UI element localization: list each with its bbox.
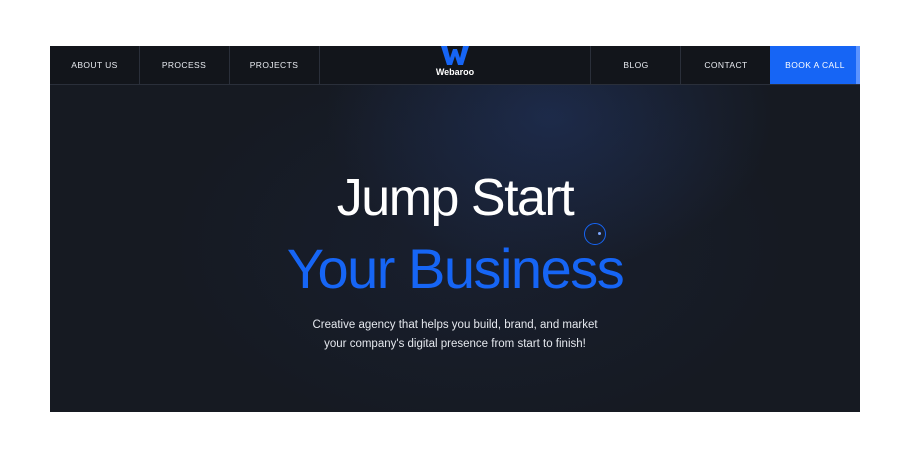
top-navigation: ABOUT US PROCESS PROJECTS Webaroo BLOG C… — [50, 46, 860, 85]
brand-name: Webaroo — [435, 67, 475, 77]
hero-subtitle-line2: your company's digital presence from sta… — [324, 338, 586, 350]
nav-projects[interactable]: PROJECTS — [229, 46, 320, 84]
background-glow — [50, 46, 860, 412]
book-a-call-button[interactable]: BOOK A CALL — [770, 46, 860, 84]
cursor-dot-icon — [598, 232, 601, 235]
hero-heading-line1: Jump Start — [336, 169, 575, 227]
hero-heading-line2: Your Business — [286, 237, 625, 300]
cursor-ring-icon — [584, 223, 606, 245]
nav-contact[interactable]: CONTACT — [680, 46, 771, 84]
nav-about-us[interactable]: ABOUT US — [50, 46, 140, 84]
book-a-call-label: BOOK A CALL — [785, 60, 845, 70]
cta-edge-accent — [856, 46, 860, 84]
nav-blog[interactable]: BLOG — [590, 46, 681, 84]
website-viewport: ABOUT US PROCESS PROJECTS Webaroo BLOG C… — [50, 46, 860, 412]
nav-process[interactable]: PROCESS — [139, 46, 230, 84]
brand-logo[interactable]: Webaroo — [419, 46, 491, 84]
hero-subtitle-line1: Creative agency that helps you build, br… — [312, 319, 598, 331]
w-logo-icon — [441, 46, 469, 65]
